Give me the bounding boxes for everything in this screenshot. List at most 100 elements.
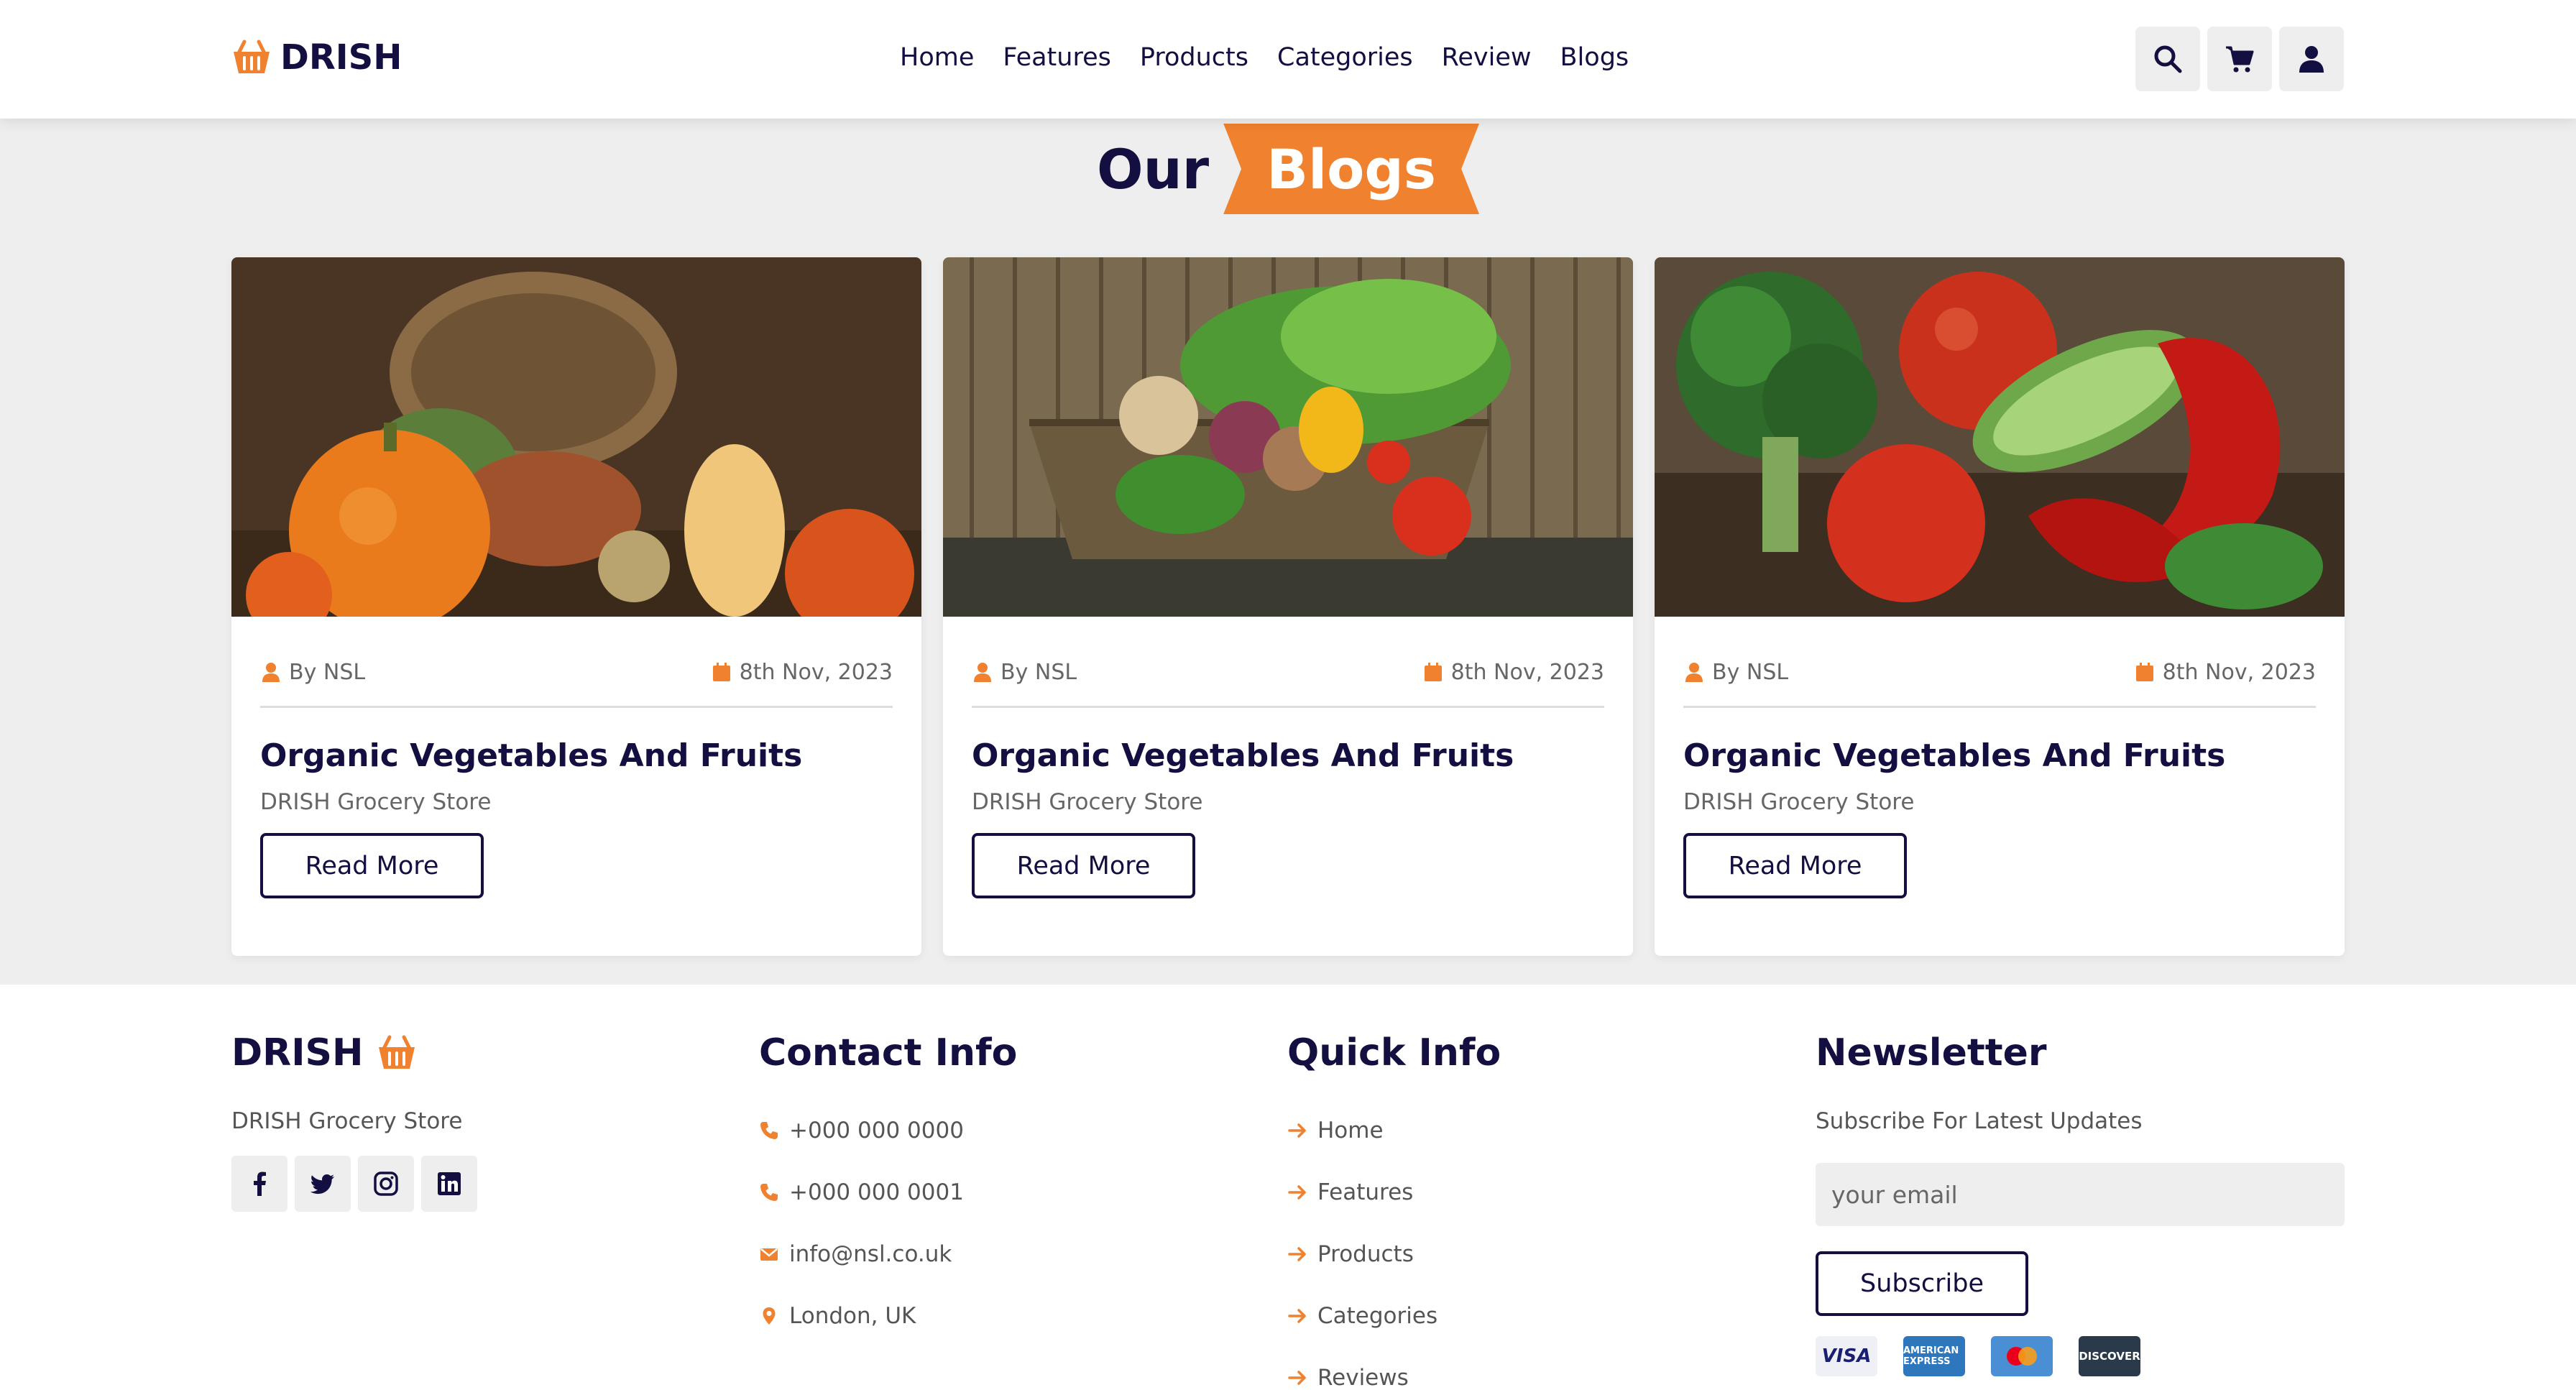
nav-blogs[interactable]: Blogs bbox=[1560, 43, 1629, 72]
blog-subtitle: DRISH Grocery Store bbox=[972, 789, 1203, 815]
visa-icon: VISA bbox=[1816, 1336, 1877, 1376]
calendar-icon bbox=[712, 663, 730, 681]
amex-icon: AMERICAN EXPRESS bbox=[1903, 1336, 1965, 1376]
user-icon bbox=[262, 663, 280, 682]
read-more-button[interactable]: Read More bbox=[1683, 833, 1907, 898]
heading-our: Our bbox=[1096, 137, 1210, 201]
blog-image bbox=[943, 257, 1633, 617]
arrow-right-icon bbox=[1288, 1185, 1306, 1200]
user-icon bbox=[1685, 663, 1703, 682]
arrow-right-icon bbox=[1288, 1371, 1306, 1385]
social-links bbox=[231, 1156, 691, 1212]
blog-title: Organic Vegetables And Fruits bbox=[1683, 737, 2226, 774]
linkedin-icon bbox=[438, 1172, 461, 1195]
logo-text: DRISH bbox=[280, 37, 402, 78]
facebook-link[interactable] bbox=[231, 1156, 288, 1212]
main-nav: Home Features Products Categories Review… bbox=[900, 40, 1629, 75]
twitter-icon bbox=[310, 1174, 334, 1195]
nav-products[interactable]: Products bbox=[1140, 43, 1248, 72]
site-footer: DRISH DRISH Grocery Store Contact Info +… bbox=[0, 985, 2576, 1390]
calendar-icon bbox=[1424, 663, 1442, 681]
subscribe-button[interactable]: Subscribe bbox=[1816, 1251, 2028, 1316]
payment-methods: VISA AMERICAN EXPRESS DISCOVER bbox=[1816, 1336, 2347, 1376]
heading-blogs: Blogs bbox=[1223, 124, 1480, 214]
newsletter-title: Newsletter bbox=[1816, 1031, 2047, 1074]
blog-card: By NSL 8th Nov, 2023 Organic Vegetables … bbox=[231, 257, 921, 956]
contact-list: +000 000 0000 +000 000 0001 info@nsl.co.… bbox=[759, 1100, 1219, 1347]
instagram-icon bbox=[374, 1172, 398, 1196]
footer-brand-title: DRISH bbox=[231, 1031, 364, 1074]
divider bbox=[260, 706, 893, 708]
blog-meta: By NSL 8th Nov, 2023 bbox=[260, 654, 893, 690]
search-icon bbox=[2154, 45, 2182, 73]
blog-date: 8th Nov, 2023 bbox=[2162, 659, 2316, 685]
quick-link-products[interactable]: Products bbox=[1287, 1223, 1747, 1285]
contact-phone-2: +000 000 0001 bbox=[759, 1161, 1219, 1223]
contact-phone-1: +000 000 0000 bbox=[759, 1100, 1219, 1161]
envelope-icon bbox=[760, 1248, 778, 1261]
blog-subtitle: DRISH Grocery Store bbox=[260, 789, 492, 815]
phone-icon bbox=[760, 1184, 778, 1201]
read-more-button[interactable]: Read More bbox=[972, 833, 1195, 898]
blog-card: By NSL 8th Nov, 2023 Organic Vegetables … bbox=[943, 257, 1633, 956]
discover-icon: DISCOVER bbox=[2079, 1336, 2140, 1376]
contact-title: Contact Info bbox=[759, 1031, 1018, 1074]
contact-location: London, UK bbox=[759, 1285, 1219, 1347]
facebook-icon bbox=[254, 1172, 266, 1196]
user-icon bbox=[974, 663, 991, 682]
nav-features[interactable]: Features bbox=[1003, 43, 1111, 72]
blog-date: 8th Nov, 2023 bbox=[739, 659, 893, 685]
blog-date: 8th Nov, 2023 bbox=[1450, 659, 1604, 685]
search-button[interactable] bbox=[2135, 27, 2200, 91]
site-header: DRISH Home Features Products Categories … bbox=[0, 0, 2576, 119]
quick-link-features[interactable]: Features bbox=[1287, 1161, 1747, 1223]
blog-subtitle: DRISH Grocery Store bbox=[1683, 789, 1915, 815]
account-button[interactable] bbox=[2279, 27, 2344, 91]
blog-author: By NSL bbox=[1000, 659, 1077, 685]
arrow-right-icon bbox=[1288, 1123, 1306, 1138]
cart-button[interactable] bbox=[2207, 27, 2272, 91]
user-icon bbox=[2299, 46, 2324, 73]
mastercard-icon bbox=[1991, 1336, 2053, 1376]
blog-card: By NSL 8th Nov, 2023 Organic Vegetables … bbox=[1655, 257, 2345, 956]
logo[interactable]: DRISH bbox=[231, 36, 402, 79]
contact-email: info@nsl.co.uk bbox=[759, 1223, 1219, 1285]
blog-meta: By NSL 8th Nov, 2023 bbox=[1683, 654, 2316, 690]
section-heading: Our Blogs bbox=[0, 122, 2576, 216]
read-more-button[interactable]: Read More bbox=[260, 833, 484, 898]
quick-links: Home Features Products Categories Review… bbox=[1287, 1100, 1747, 1390]
footer-brand: DRISH DRISH Grocery Store bbox=[231, 1028, 691, 1212]
nav-review[interactable]: Review bbox=[1442, 43, 1532, 72]
divider bbox=[972, 706, 1604, 708]
quick-link-categories[interactable]: Categories bbox=[1287, 1285, 1747, 1347]
blog-author: By NSL bbox=[1712, 659, 1789, 685]
basket-icon bbox=[378, 1035, 415, 1069]
blog-title: Organic Vegetables And Fruits bbox=[260, 737, 803, 774]
map-marker-icon bbox=[763, 1307, 776, 1325]
blog-image bbox=[231, 257, 921, 617]
quick-link-reviews[interactable]: Reviews bbox=[1287, 1347, 1747, 1390]
divider bbox=[1683, 706, 2316, 708]
newsletter-text: Subscribe For Latest Updates bbox=[1816, 1108, 2143, 1134]
phone-icon bbox=[760, 1122, 778, 1139]
instagram-link[interactable] bbox=[358, 1156, 414, 1212]
arrow-right-icon bbox=[1288, 1309, 1306, 1323]
quick-link-home[interactable]: Home bbox=[1287, 1100, 1747, 1161]
nav-categories[interactable]: Categories bbox=[1277, 43, 1413, 72]
twitter-link[interactable] bbox=[295, 1156, 351, 1212]
blog-author: By NSL bbox=[289, 659, 366, 685]
footer-newsletter: Newsletter Subscribe For Latest Updates … bbox=[1816, 1028, 2347, 1376]
linkedin-link[interactable] bbox=[421, 1156, 477, 1212]
blog-meta: By NSL 8th Nov, 2023 bbox=[972, 654, 1604, 690]
footer-contact: Contact Info +000 000 0000 +000 000 0001… bbox=[759, 1028, 1219, 1347]
email-field[interactable] bbox=[1816, 1163, 2345, 1226]
footer-quick-info: Quick Info Home Features Products Catego… bbox=[1287, 1028, 1747, 1390]
basket-icon bbox=[234, 40, 270, 73]
blog-title: Organic Vegetables And Fruits bbox=[972, 737, 1514, 774]
arrow-right-icon bbox=[1288, 1247, 1306, 1261]
nav-home[interactable]: Home bbox=[900, 43, 974, 72]
calendar-icon bbox=[2135, 663, 2153, 681]
cart-icon bbox=[2226, 46, 2254, 73]
footer-brand-text: DRISH Grocery Store bbox=[231, 1108, 463, 1134]
blog-image bbox=[1655, 257, 2345, 617]
